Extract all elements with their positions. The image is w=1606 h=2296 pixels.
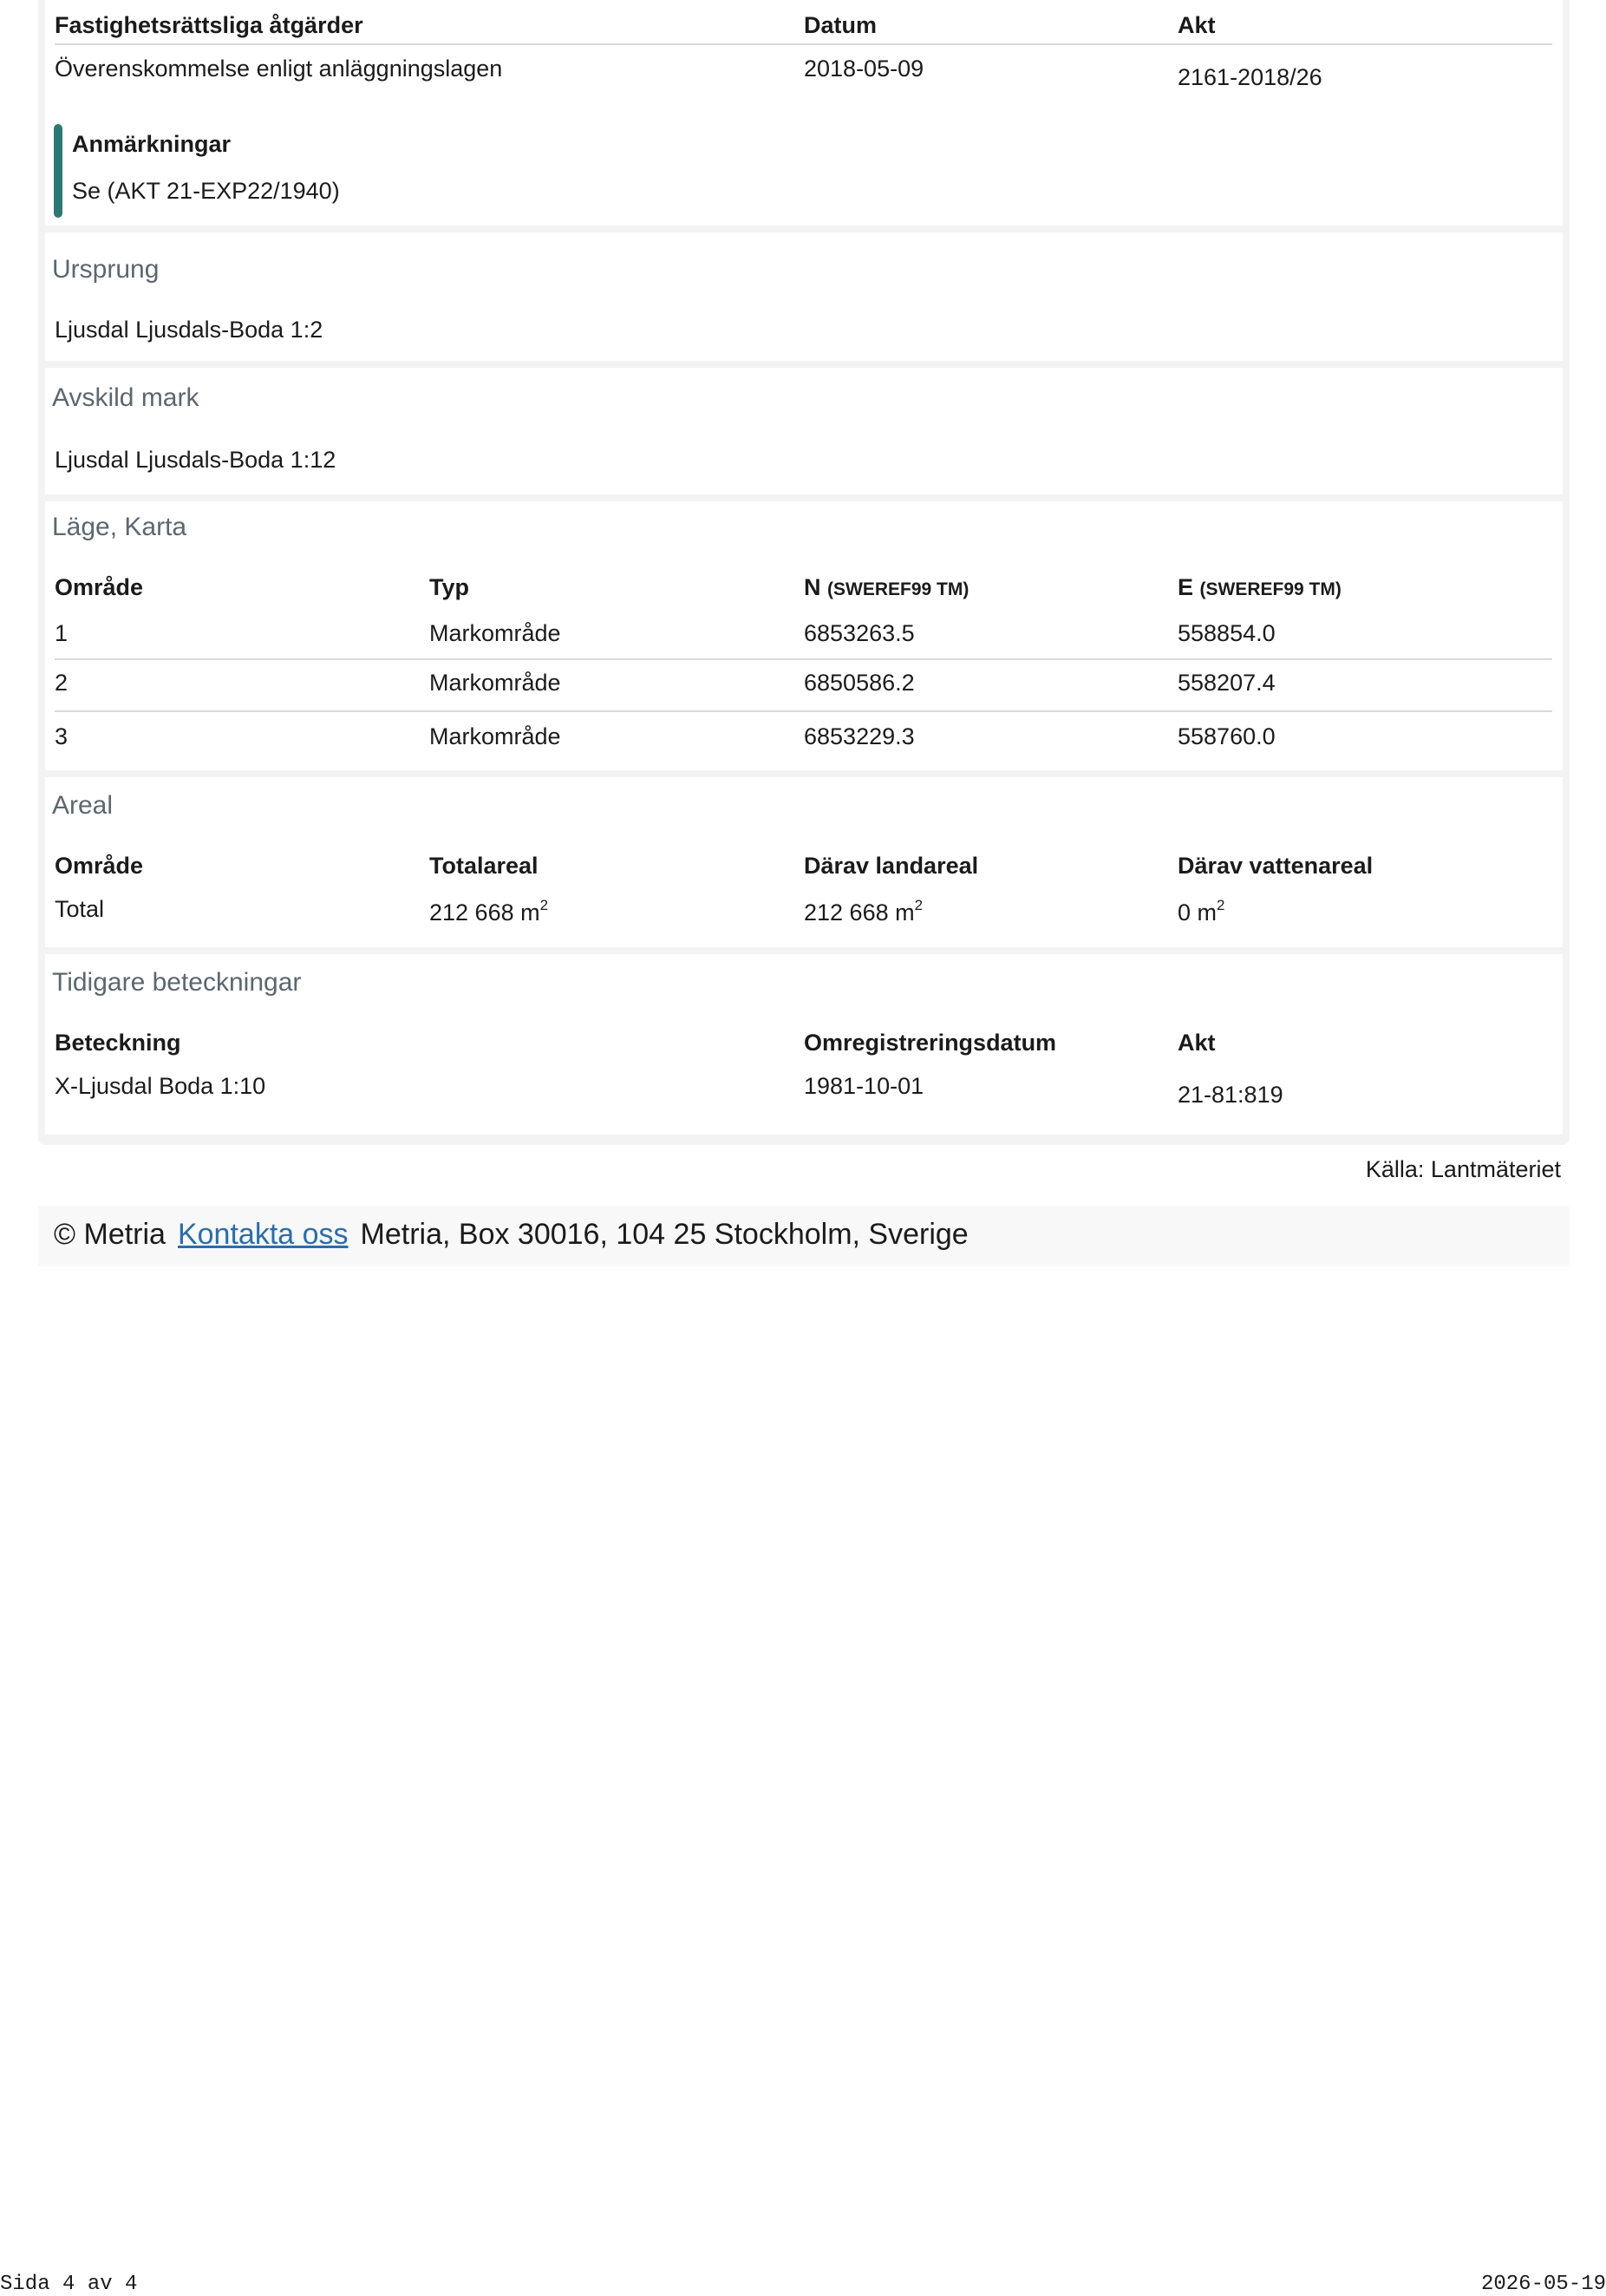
former-row-file: 21-81:819: [1178, 1082, 1283, 1108]
location-row-2-area: 2: [55, 670, 69, 696]
footer-copyright: © Metria: [54, 1218, 166, 1251]
separated-section: [45, 368, 1563, 494]
location-row-1-type: Markområde: [429, 620, 561, 646]
page-number: Sida 4 av 4: [0, 2273, 138, 2296]
row-divider: [55, 710, 1552, 712]
location-row-1-n: 6853263.5: [804, 620, 915, 646]
actions-header-file: Akt: [1178, 12, 1216, 38]
source-credit: Källa: Lantmäteriet: [1365, 1156, 1561, 1182]
remarks-text: Se (AKT 21-EXP22/1940): [72, 178, 340, 204]
location-header-e: E (SWEREF99 TM): [1178, 574, 1342, 600]
former-title: Tidigare beteckningar: [52, 968, 302, 997]
row-divider: [55, 658, 1552, 660]
action-file: 2161-2018/26: [1178, 64, 1322, 90]
former-row-date: 1981-10-01: [804, 1073, 924, 1099]
action-date: 2018-05-09: [804, 56, 924, 82]
former-header-designation: Beteckning: [55, 1030, 181, 1056]
areal-row-area: Total: [55, 896, 105, 922]
location-title: Läge, Karta: [52, 513, 187, 541]
location-header-n: N (SWEREF99 TM): [804, 574, 969, 600]
location-row-1-e: 558854.0: [1178, 620, 1276, 646]
former-header-date: Omregistreringsdatum: [804, 1030, 1057, 1056]
location-row-2-n: 6850586.2: [804, 670, 915, 696]
location-row-2-type: Markområde: [429, 670, 561, 696]
areal-row-water: 0 m2: [1178, 897, 1225, 926]
location-row-3-n: 6853229.3: [804, 723, 915, 749]
areal-header-water: Därav vattenareal: [1178, 853, 1374, 879]
separated-value: Ljusdal Ljusdals-Boda 1:12: [55, 447, 336, 473]
actions-header-date: Datum: [804, 12, 878, 38]
areal-row-total: 212 668 m2: [429, 897, 549, 926]
header-divider: [55, 43, 1552, 45]
areal-title: Areal: [52, 791, 114, 820]
footer-address: Metria, Box 30016, 104 25 Stockholm, Sve…: [360, 1218, 969, 1251]
location-header-area: Område: [55, 574, 144, 600]
former-row-designation: X-Ljusdal Boda 1:10: [55, 1073, 266, 1099]
footer: © Metria Kontakta oss Metria, Box 30016, 1…: [54, 1218, 969, 1252]
location-row-3-type: Markområde: [429, 723, 561, 749]
areal-row-land: 212 668 m2: [804, 897, 924, 926]
origin-value: Ljusdal Ljusdals-Boda 1:2: [55, 317, 323, 343]
contact-link[interactable]: Kontakta oss: [178, 1218, 349, 1251]
former-header-file: Akt: [1178, 1030, 1216, 1056]
location-header-type: Typ: [429, 574, 469, 600]
areal-header-area: Område: [55, 853, 144, 879]
areal-header-total: Totalareal: [429, 853, 539, 879]
print-date: 2026-05-19: [1480, 2273, 1606, 2296]
origin-title: Ursprung: [52, 255, 160, 284]
remarks-accent-bar: [54, 124, 62, 218]
location-row-3-area: 3: [55, 723, 69, 749]
actions-header-measure: Fastighetsrättsliga åtgärder: [55, 12, 363, 38]
separated-title: Avskild mark: [52, 383, 199, 412]
areal-header-land: Därav landareal: [804, 853, 979, 879]
action-measure: Överenskommelse enligt anläggningslagen: [55, 56, 503, 82]
location-row-1-area: 1: [55, 620, 69, 646]
location-row-2-e: 558207.4: [1178, 670, 1276, 696]
location-row-3-e: 558760.0: [1178, 723, 1276, 749]
remarks-title: Anmärkningar: [72, 131, 232, 157]
